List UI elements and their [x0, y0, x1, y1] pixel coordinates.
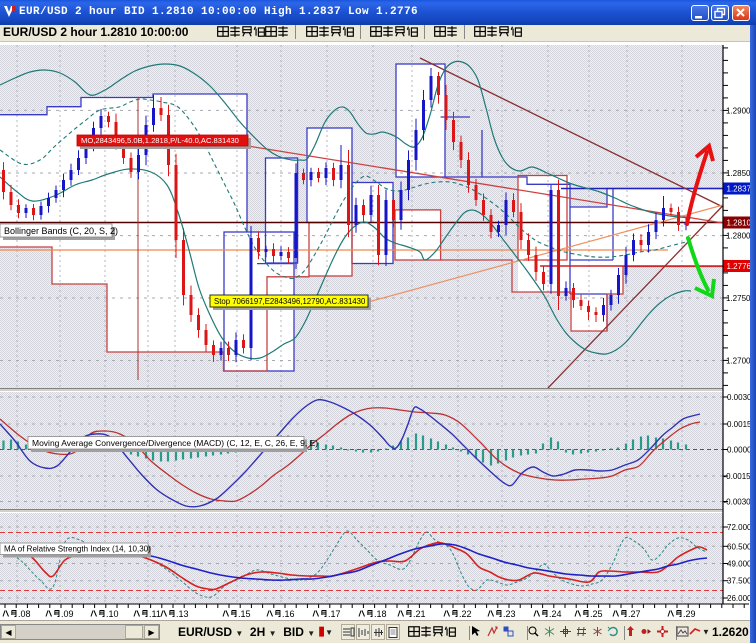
svg-text:.15: .15	[238, 609, 251, 619]
svg-text:0.0030: 0.0030	[727, 393, 752, 402]
svg-text:.13: .13	[176, 609, 189, 619]
svg-text:Stop 7066197,E2843496,12790,AC: Stop 7066197,E2843496,12790,AC.831430	[214, 297, 366, 306]
svg-text:1.2700: 1.2700	[726, 357, 751, 366]
svg-text:1.2810: 1.2810	[727, 219, 752, 228]
svg-text:.18: .18	[374, 609, 387, 619]
svg-text:.23: .23	[503, 609, 516, 619]
svg-text:.11: .11	[149, 609, 161, 619]
svg-text:1.2850: 1.2850	[726, 169, 751, 178]
svg-text:.16: .16	[282, 609, 295, 619]
svg-text:-0.0015: -0.0015	[724, 472, 752, 481]
svg-text:26.000: 26.000	[727, 594, 752, 603]
svg-text:Moving Average Convergence/Div: Moving Average Convergence/Divergence (M…	[32, 438, 318, 448]
svg-text:1.2800: 1.2800	[726, 232, 751, 241]
svg-text:-0.0030: -0.0030	[724, 498, 752, 507]
svg-text:.25: .25	[590, 609, 603, 619]
svg-text:.24: .24	[549, 609, 562, 619]
svg-text:1.2900: 1.2900	[726, 106, 751, 115]
svg-text:.08: .08	[18, 609, 31, 619]
svg-text:.10: .10	[106, 609, 119, 619]
svg-text:.17: .17	[328, 609, 341, 619]
svg-text:37.500: 37.500	[727, 577, 752, 586]
svg-text:.29: .29	[683, 609, 696, 619]
svg-text:MA of Relative Strength Index: MA of Relative Strength Index (14, 10,30…	[4, 545, 151, 554]
svg-text:.22: .22	[459, 609, 472, 619]
svg-text:0.0015: 0.0015	[727, 420, 752, 429]
svg-text:0.0000: 0.0000	[727, 446, 752, 455]
svg-text:.21: .21	[413, 609, 426, 619]
svg-text:1.2750: 1.2750	[726, 294, 751, 303]
svg-text:.09: .09	[61, 609, 74, 619]
svg-text:1.2837: 1.2837	[727, 185, 752, 194]
svg-text:49.000: 49.000	[727, 560, 752, 569]
svg-text:72.000: 72.000	[727, 523, 752, 532]
svg-text:1.2776: 1.2776	[727, 262, 752, 271]
svg-text:Bollinger Bands (C, 20, S, 2): Bollinger Bands (C, 20, S, 2)	[4, 226, 118, 236]
svg-text:MO,2843496,5.0B,1.2818,P/L-40.: MO,2843496,5.0B,1.2818,P/L-40.0,AC.83143…	[81, 136, 239, 145]
svg-text:.27: .27	[628, 609, 641, 619]
svg-text:60.500: 60.500	[727, 542, 752, 551]
